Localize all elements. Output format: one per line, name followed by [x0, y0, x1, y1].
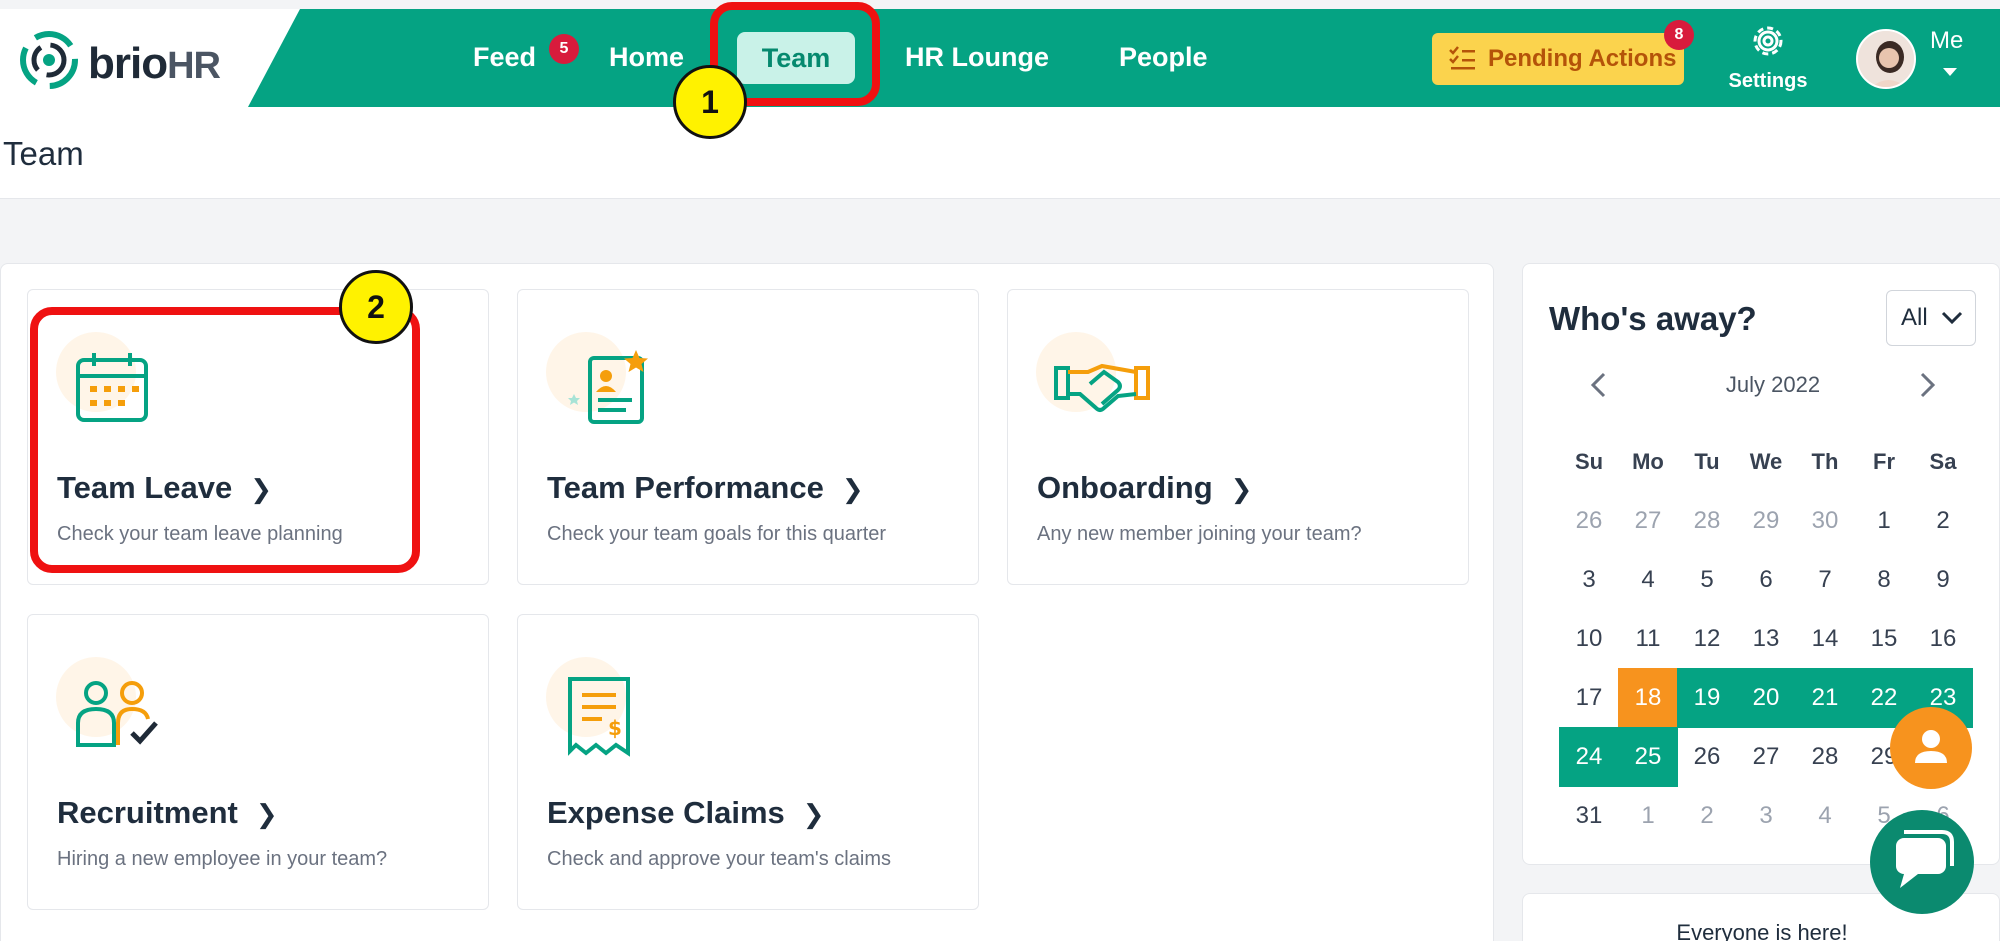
away-filter-select[interactable]: All — [1886, 290, 1976, 346]
calendar-day[interactable]: 11 — [1618, 609, 1678, 669]
recruitment-icon — [76, 681, 158, 747]
top-navbar: brioHR Feed 5 Home Team HR Lounge People… — [0, 9, 2000, 107]
team-performance-card[interactable]: Team Performance ❯ Check your team goals … — [517, 289, 979, 585]
calendar-day[interactable]: 1 — [1854, 491, 1914, 551]
calendar-day[interactable]: 25 — [1618, 727, 1678, 787]
calendar-weekday: Mo — [1632, 449, 1664, 474]
calendar-day[interactable]: 3 — [1736, 786, 1796, 846]
me-menu-label[interactable]: Me — [1930, 27, 1963, 55]
nav-hr-lounge[interactable]: HR Lounge — [905, 42, 1049, 73]
calendar-weekday: Tu — [1694, 449, 1720, 474]
calendar-day[interactable]: 17 — [1559, 668, 1619, 728]
brio-logo-icon — [20, 31, 78, 89]
calendar-day[interactable]: 7 — [1795, 550, 1855, 610]
handshake-icon — [1054, 363, 1150, 412]
card-description: Check your team goals for this quarter — [547, 523, 887, 545]
person-icon — [1915, 730, 1947, 763]
profile-fab-button[interactable] — [1890, 707, 1972, 789]
calendar-weekday: Su — [1574, 449, 1604, 474]
whos-away-title: Who's away? — [1549, 300, 1757, 337]
calendar-day[interactable]: 16 — [1913, 609, 1973, 669]
page-title: Team — [3, 135, 84, 172]
calendar-day[interactable]: 19 — [1677, 668, 1737, 728]
calendar-day[interactable]: 8 — [1854, 550, 1914, 610]
nav-people[interactable]: People — [1119, 42, 1208, 73]
gear-icon — [1753, 26, 1783, 56]
chat-fab-button[interactable] — [1870, 810, 1974, 914]
calendar-day[interactable]: 27 — [1736, 727, 1796, 787]
card-description: Check and approve your team's claims — [547, 848, 891, 870]
pending-actions-button[interactable]: Pending Actions — [1432, 33, 1684, 85]
chat-icon — [1896, 830, 1954, 888]
brand-name: brioHR — [88, 39, 221, 88]
annotation-step-2: 2 — [339, 270, 413, 344]
calendar-day[interactable]: 31 — [1559, 786, 1619, 846]
annotation-highlight-team-leave — [30, 307, 420, 573]
card-title: Expense Claims ❯ — [547, 795, 825, 830]
calendar-day[interactable]: 26 — [1677, 727, 1737, 787]
chevron-right-icon: ❯ — [1230, 474, 1253, 504]
svg-text:$: $ — [608, 716, 622, 740]
chevron-right-icon: ❯ — [802, 799, 825, 829]
calendar-day[interactable]: 28 — [1795, 727, 1855, 787]
card-title: Onboarding ❯ — [1037, 470, 1253, 505]
calendar-day[interactable]: 5 — [1677, 550, 1737, 610]
recruitment-card[interactable]: Recruitment ❯ Hiring a new employee in yo… — [27, 614, 489, 910]
chevron-down-icon[interactable] — [1942, 67, 1958, 77]
calendar-month: July 2022 — [1725, 372, 1821, 397]
checklist-icon — [1449, 46, 1475, 70]
calendar-weekday: Th — [1811, 449, 1839, 474]
calendar-day[interactable]: 6 — [1736, 550, 1796, 610]
next-month-icon[interactable] — [1919, 372, 1937, 398]
nav-feed[interactable]: Feed — [473, 42, 536, 73]
expense-claims-card[interactable]: $ Expense Claims ❯ Check and approve your… — [517, 614, 979, 910]
chevron-right-icon: ❯ — [255, 799, 278, 829]
calendar-day[interactable]: 15 — [1854, 609, 1914, 669]
prev-month-icon[interactable] — [1589, 372, 1607, 398]
card-title: Team Performance ❯ — [547, 470, 864, 505]
calendar-day[interactable]: 13 — [1736, 609, 1796, 669]
calendar-day[interactable]: 24 — [1559, 727, 1619, 787]
annotation-step-1: 1 — [673, 65, 747, 139]
calendar-day[interactable]: 29 — [1736, 491, 1796, 551]
calendar-day[interactable]: 18 — [1618, 668, 1678, 728]
calendar-day[interactable]: 21 — [1795, 668, 1855, 728]
logo[interactable]: brioHR — [0, 9, 300, 107]
page-header: Team — [0, 107, 2000, 199]
calendar-day[interactable]: 27 — [1618, 491, 1678, 551]
calendar-day[interactable]: 14 — [1795, 609, 1855, 669]
calendar-day[interactable]: 2 — [1677, 786, 1737, 846]
nav-home[interactable]: Home — [609, 42, 684, 73]
feed-badge: 5 — [549, 34, 579, 64]
onboarding-card[interactable]: Onboarding ❯ Any new member joining your … — [1007, 289, 1469, 585]
pending-badge: 8 — [1664, 20, 1694, 50]
calendar-day[interactable]: 1 — [1618, 786, 1678, 846]
calendar-weekday: Fr — [1873, 449, 1895, 474]
calendar-day[interactable]: 4 — [1795, 786, 1855, 846]
calendar-weekday: We — [1749, 449, 1783, 474]
calendar-day[interactable]: 26 — [1559, 491, 1619, 551]
card-title: Recruitment ❯ — [57, 795, 278, 830]
calendar-day[interactable]: 28 — [1677, 491, 1737, 551]
chevron-right-icon: ❯ — [841, 474, 864, 504]
user-photo-icon — [1858, 31, 1914, 87]
card-description: Hiring a new employee in your team? — [57, 848, 388, 870]
chevron-down-icon — [1941, 311, 1963, 325]
calendar-day[interactable]: 30 — [1795, 491, 1855, 551]
card-description: Any new member joining your team? — [1037, 523, 1362, 545]
calendar-day[interactable]: 3 — [1559, 550, 1619, 610]
calendar-weekday: Sa — [1929, 449, 1957, 474]
receipt-icon: $ — [568, 677, 630, 757]
settings-button[interactable]: Settings — [1718, 21, 1818, 93]
everyone-status: Everyone is here! — [1676, 920, 1848, 941]
calendar-day[interactable]: 20 — [1736, 668, 1796, 728]
calendar-day[interactable]: 4 — [1618, 550, 1678, 610]
calendar-day[interactable]: 2 — [1913, 491, 1973, 551]
calendar-day[interactable]: 12 — [1677, 609, 1737, 669]
performance-icon — [568, 350, 648, 424]
avatar[interactable] — [1856, 29, 1916, 89]
calendar-day[interactable]: 10 — [1559, 609, 1619, 669]
calendar-day[interactable]: 9 — [1913, 550, 1973, 610]
